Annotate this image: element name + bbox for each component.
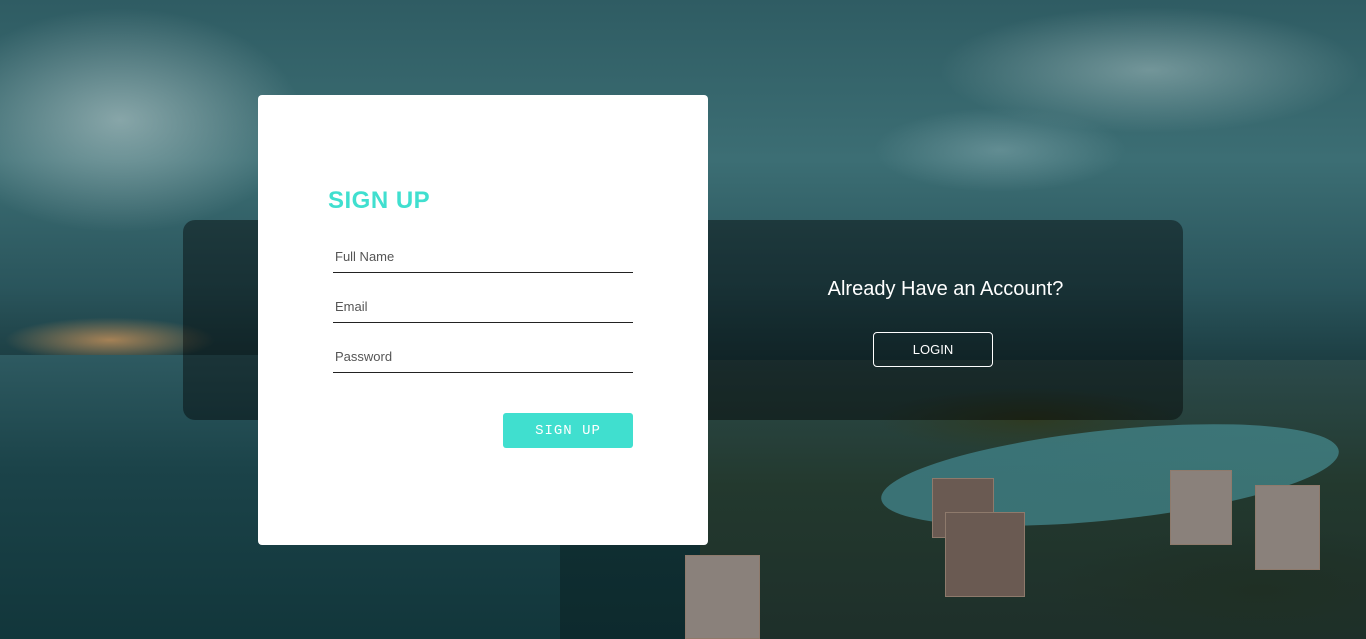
full-name-field[interactable] [333, 240, 633, 273]
login-section: Already Have an Account? LOGIN [708, 220, 1183, 420]
email-field[interactable] [333, 290, 633, 323]
password-field[interactable] [333, 340, 633, 373]
background-building [945, 512, 1025, 597]
background-building [1255, 485, 1320, 570]
signup-button[interactable]: SIGN UP [503, 413, 633, 448]
login-button[interactable]: LOGIN [873, 332, 993, 367]
background-building [1170, 470, 1232, 545]
login-prompt: Already Have an Account? [827, 278, 1064, 300]
background-building [685, 555, 760, 639]
signup-title: SIGN UP [328, 187, 431, 214]
signup-card: SIGN UP SIGN UP [258, 95, 708, 545]
